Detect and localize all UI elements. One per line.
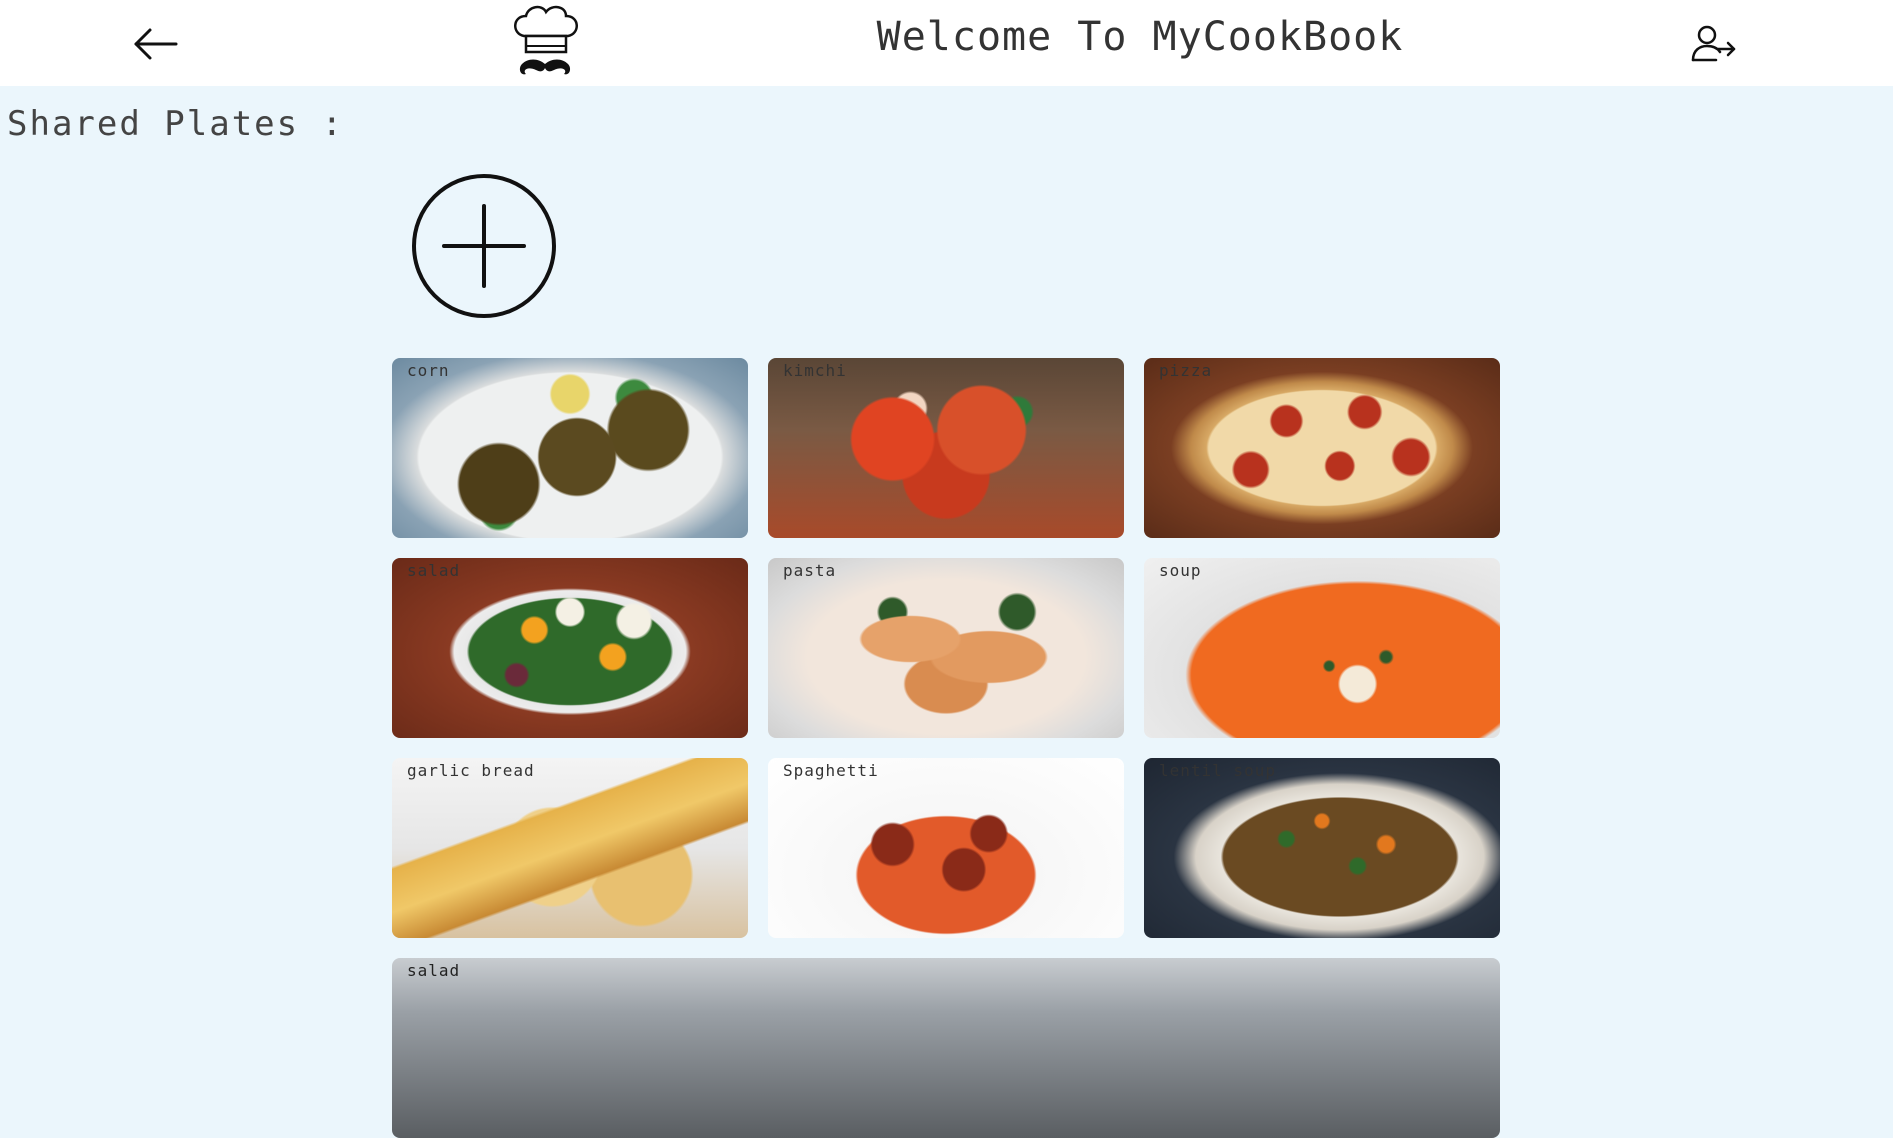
plate-card[interactable]: salad xyxy=(392,958,1500,1138)
plate-card[interactable]: lentil soup xyxy=(1144,758,1500,938)
plate-card[interactable]: salad xyxy=(392,558,748,738)
plate-image xyxy=(392,758,748,938)
plate-image xyxy=(392,558,748,738)
back-button[interactable] xyxy=(128,22,184,66)
plate-image xyxy=(1144,358,1500,538)
plate-label: garlic bread xyxy=(407,761,535,780)
logout-button[interactable] xyxy=(1690,22,1738,66)
plate-image xyxy=(768,558,1124,738)
plate-label: lentil soup xyxy=(1159,761,1276,780)
plate-label: corn xyxy=(407,361,450,380)
page-title: Welcome To MyCookBook xyxy=(876,14,1404,60)
plate-label: pasta xyxy=(783,561,837,580)
plate-image xyxy=(1144,558,1500,738)
top-navigation-bar: Welcome To MyCookBook xyxy=(0,0,1893,86)
chef-hat-mustache-logo xyxy=(506,2,584,82)
plate-image xyxy=(392,958,1500,1138)
plate-label: soup xyxy=(1159,561,1202,580)
plate-image xyxy=(392,358,748,538)
add-plate-button[interactable] xyxy=(410,172,558,320)
plus-circle-icon xyxy=(412,174,556,318)
user-logout-icon xyxy=(1691,25,1736,62)
plate-label: salad xyxy=(407,961,461,980)
plate-label: pizza xyxy=(1159,361,1213,380)
plates-grid: corn kimchi pizza salad pasta soup garli… xyxy=(392,358,1500,938)
plate-image xyxy=(768,358,1124,538)
plate-image xyxy=(1144,758,1500,938)
plate-card[interactable]: soup xyxy=(1144,558,1500,738)
plate-card[interactable]: Spaghetti xyxy=(768,758,1124,938)
plate-card[interactable]: kimchi xyxy=(768,358,1124,538)
section-heading: Shared Plates : xyxy=(7,104,345,144)
arrow-left-icon xyxy=(134,28,178,60)
plate-card[interactable]: garlic bread xyxy=(392,758,748,938)
plate-label: Spaghetti xyxy=(783,761,879,780)
plate-card[interactable]: pasta xyxy=(768,558,1124,738)
plate-label: kimchi xyxy=(783,361,847,380)
plate-card[interactable]: pizza xyxy=(1144,358,1500,538)
plate-card[interactable]: corn xyxy=(392,358,748,538)
plate-image xyxy=(768,758,1124,938)
plate-label: salad xyxy=(407,561,461,580)
